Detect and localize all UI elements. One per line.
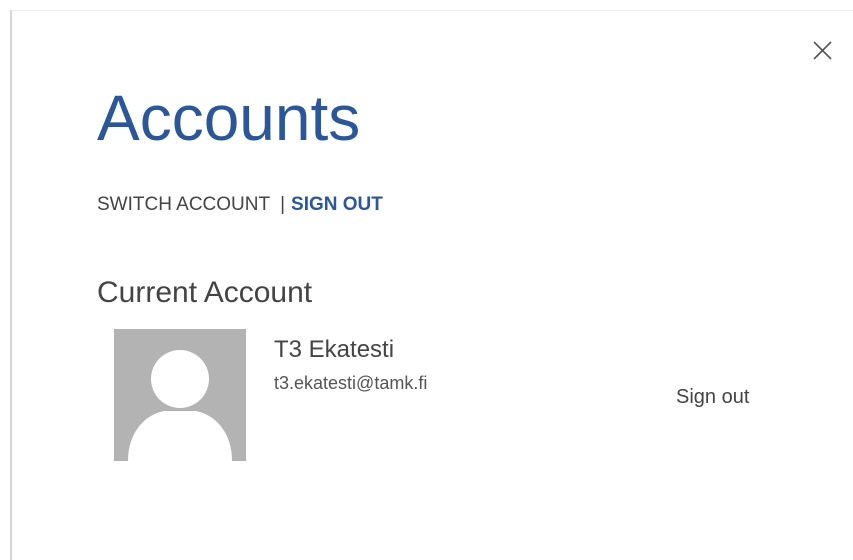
close-button[interactable] bbox=[808, 36, 838, 66]
switch-account-link[interactable]: SWITCH ACCOUNT bbox=[97, 193, 270, 217]
page-title: Accounts bbox=[97, 82, 361, 154]
account-email: t3.ekatesti@tamk.fi bbox=[274, 373, 428, 393]
account-name: T3 Ekatesti bbox=[274, 336, 395, 363]
default-user-avatar-icon bbox=[114, 329, 246, 461]
close-icon bbox=[813, 41, 832, 60]
account-actions: SWITCH ACCOUNT | SIGN OUT bbox=[97, 193, 383, 217]
avatar bbox=[114, 329, 246, 461]
accounts-dialog: Accounts SWITCH ACCOUNT | SIGN OUT Curre… bbox=[10, 10, 853, 560]
sign-out-button[interactable]: Sign out bbox=[676, 384, 749, 410]
sign-out-link[interactable]: SIGN OUT bbox=[291, 193, 383, 217]
current-account-heading: Current Account bbox=[97, 276, 313, 309]
actions-divider: | bbox=[280, 194, 286, 215]
